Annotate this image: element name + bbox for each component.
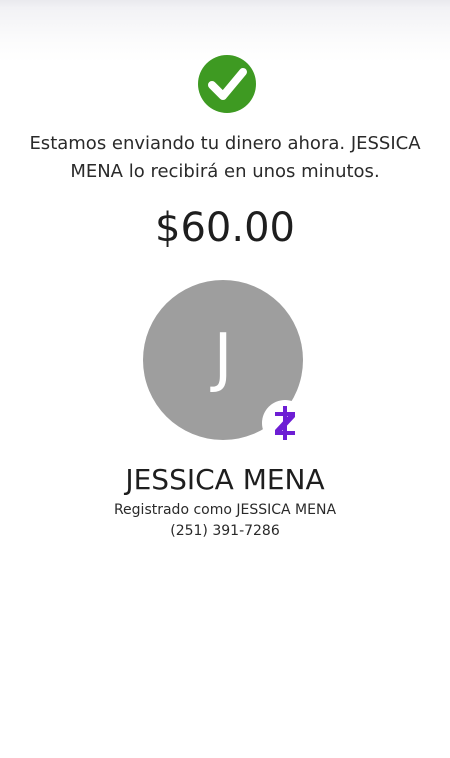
recipient-phone: (251) 391-7286: [170, 523, 280, 539]
check-circle-icon: [197, 54, 257, 114]
registered-as-label: Registrado como JESSICA MENA: [113, 502, 337, 518]
zelle-logo-icon: [262, 400, 308, 446]
confirmation-message: Estamos enviando tu dinero ahora. JESSIC…: [29, 133, 421, 182]
recipient-name: JESSICA MENA: [125, 463, 325, 496]
avatar-initial: J: [213, 321, 233, 395]
amount: $60.00: [155, 205, 295, 251]
top-bar: [0, 0, 450, 62]
